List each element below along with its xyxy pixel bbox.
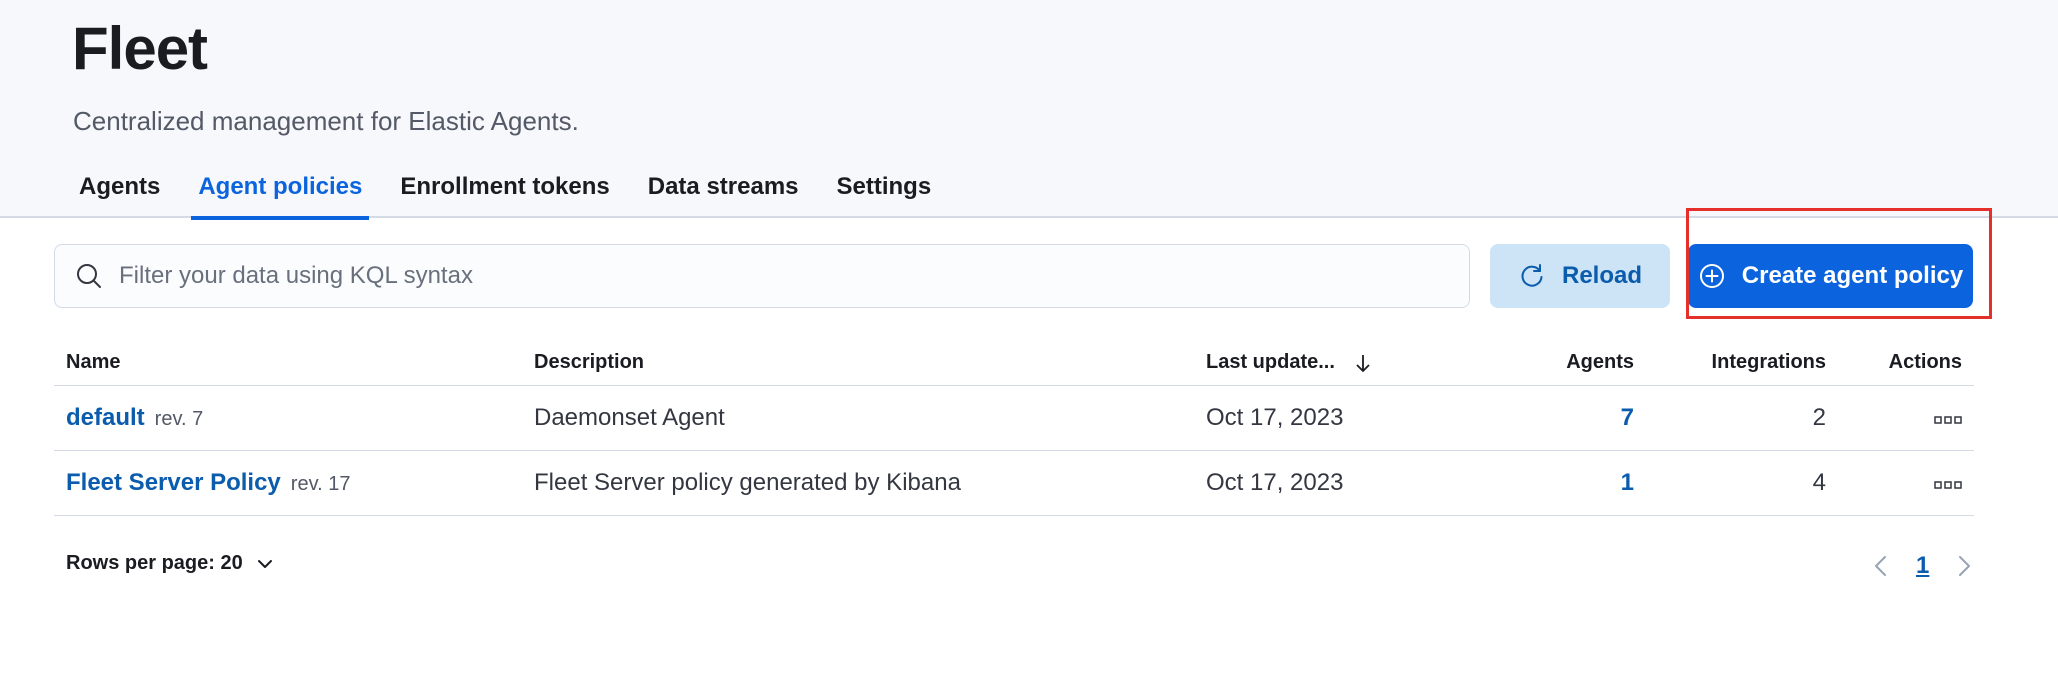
policy-agents-cell: 1: [1470, 469, 1634, 497]
page-title: Fleet: [72, 15, 208, 82]
table-row: default rev. 7 Daemonset Agent Oct 17, 20…: [54, 386, 1974, 451]
search-bar: [54, 244, 1470, 308]
reload-button[interactable]: Reload: [1490, 244, 1670, 308]
tab-label: Agents: [79, 173, 161, 200]
policy-agents-cell: 7: [1470, 404, 1634, 432]
column-header-description[interactable]: Description: [534, 351, 1206, 374]
tab-agent-policies[interactable]: Agent policies: [191, 165, 370, 220]
tab-agents[interactable]: Agents: [72, 165, 167, 218]
policy-agents-link[interactable]: 1: [1621, 469, 1634, 496]
page-subtitle: Centralized management for Elastic Agent…: [73, 106, 579, 136]
pagination: 1: [1870, 552, 1975, 580]
policy-name-cell: Fleet Server Policy rev. 17: [54, 469, 534, 497]
tab-label: Settings: [836, 173, 932, 200]
policy-integrations: 4: [1812, 469, 1826, 496]
actions-cell: [1826, 404, 1974, 432]
plus-circle-icon: [1699, 264, 1724, 288]
column-header-integrations[interactable]: Integrations: [1634, 351, 1826, 374]
boxes-horizontal-icon[interactable]: [1934, 480, 1962, 490]
previous-page-icon[interactable]: [1870, 553, 1892, 579]
column-header-last-updated-label: Last update...: [1206, 351, 1335, 373]
page-number-button[interactable]: 1: [1916, 552, 1929, 580]
policy-name-link[interactable]: Fleet Server Policy: [66, 469, 281, 496]
tab-label: Agent policies: [198, 173, 363, 200]
sort-descending-icon: [1356, 354, 1370, 372]
refresh-icon: [1521, 264, 1543, 287]
policy-revision: rev. 17: [290, 473, 351, 495]
column-header-name[interactable]: Name: [54, 351, 534, 374]
policy-description: Daemonset Agent: [534, 404, 725, 431]
policy-agents-link[interactable]: 7: [1621, 404, 1634, 431]
search-input[interactable]: [119, 262, 1419, 290]
search-icon: [77, 264, 101, 288]
create-agent-policy-label: Create agent policy: [1741, 262, 1964, 289]
policy-integrations: 2: [1812, 404, 1826, 431]
rows-per-page-button[interactable]: Rows per page: 20: [66, 552, 275, 575]
column-header-last-updated[interactable]: Last update...: [1206, 351, 1470, 374]
policy-name-cell: default rev. 7: [54, 404, 534, 432]
tab-settings[interactable]: Settings: [830, 165, 939, 218]
policy-last-updated: Oct 17, 2023: [1206, 404, 1344, 431]
agent-policies-table: Name Description Last update... Agents I…: [54, 340, 1974, 516]
policy-description: Fleet Server policy generated by Kibana: [534, 469, 961, 496]
tab-label: Data streams: [647, 173, 799, 200]
tab-bar: Agents Agent policies Enrollment tokens …: [72, 165, 962, 220]
policy-revision: rev. 7: [154, 408, 204, 430]
tab-label: Enrollment tokens: [400, 173, 610, 200]
reload-label: Reload: [1561, 262, 1642, 289]
next-page-icon[interactable]: [1953, 553, 1975, 579]
column-header-agents[interactable]: Agents: [1470, 351, 1634, 374]
tab-enrollment-tokens[interactable]: Enrollment tokens: [393, 165, 616, 218]
policy-name-link[interactable]: default: [66, 404, 145, 431]
policy-last-updated: Oct 17, 2023: [1206, 469, 1344, 496]
table-row: Fleet Server Policy rev. 17 Fleet Server …: [54, 451, 1974, 516]
actions-cell: [1826, 469, 1974, 497]
column-header-actions: Actions: [1888, 351, 1962, 373]
rows-per-page-label: Rows per page: 20: [66, 552, 243, 574]
tab-data-streams[interactable]: Data streams: [641, 165, 806, 218]
boxes-horizontal-icon[interactable]: [1934, 415, 1962, 425]
chevron-down-icon: [257, 559, 272, 568]
table-header: Name Description Last update... Agents I…: [54, 340, 1974, 386]
page-header: Fleet Centralized management for Elastic…: [0, 0, 2058, 220]
create-agent-policy-button[interactable]: Create agent policy: [1688, 244, 1973, 308]
